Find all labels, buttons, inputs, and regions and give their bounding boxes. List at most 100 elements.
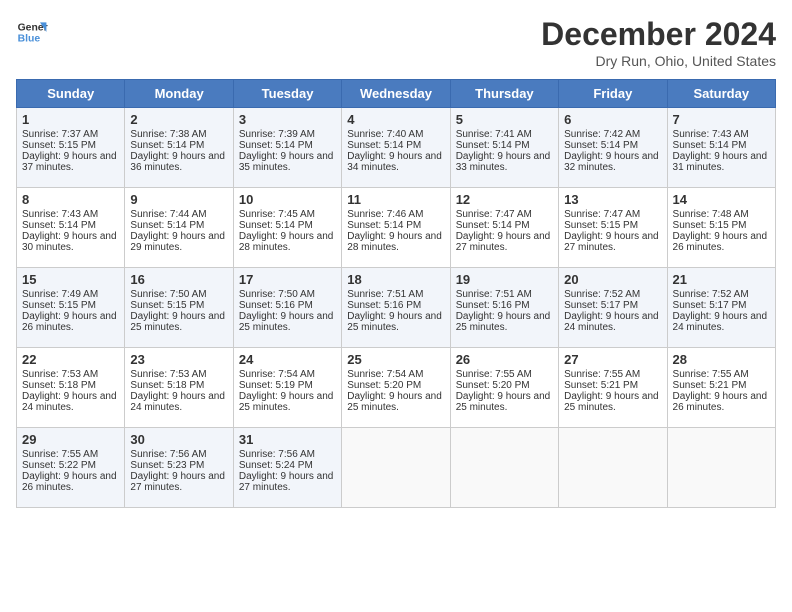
day-number: 27 bbox=[564, 352, 661, 367]
day-number: 21 bbox=[673, 272, 770, 287]
calendar-cell: 18Sunrise: 7:51 AMSunset: 5:16 PMDayligh… bbox=[342, 268, 450, 348]
daylight-hours: Daylight: 9 hours and 32 minutes. bbox=[564, 151, 659, 173]
day-number: 9 bbox=[130, 192, 227, 207]
sunrise-time: Sunrise: 7:39 AM bbox=[239, 129, 315, 140]
calendar-week-2: 8Sunrise: 7:43 AMSunset: 5:14 PMDaylight… bbox=[17, 188, 776, 268]
sunrise-time: Sunrise: 7:47 AM bbox=[456, 209, 532, 220]
sunrise-time: Sunrise: 7:50 AM bbox=[130, 289, 206, 300]
calendar-cell: 23Sunrise: 7:53 AMSunset: 5:18 PMDayligh… bbox=[125, 348, 233, 428]
daylight-hours: Daylight: 9 hours and 24 minutes. bbox=[673, 311, 768, 333]
calendar-cell: 30Sunrise: 7:56 AMSunset: 5:23 PMDayligh… bbox=[125, 428, 233, 508]
calendar-cell bbox=[667, 428, 775, 508]
calendar-cell: 22Sunrise: 7:53 AMSunset: 5:18 PMDayligh… bbox=[17, 348, 125, 428]
sunset-time: Sunset: 5:14 PM bbox=[456, 220, 530, 231]
calendar-cell: 15Sunrise: 7:49 AMSunset: 5:15 PMDayligh… bbox=[17, 268, 125, 348]
sunset-time: Sunset: 5:22 PM bbox=[22, 460, 96, 471]
calendar-cell: 9Sunrise: 7:44 AMSunset: 5:14 PMDaylight… bbox=[125, 188, 233, 268]
day-number: 31 bbox=[239, 432, 336, 447]
calendar-cell bbox=[450, 428, 558, 508]
sunrise-time: Sunrise: 7:42 AM bbox=[564, 129, 640, 140]
day-number: 24 bbox=[239, 352, 336, 367]
day-number: 25 bbox=[347, 352, 444, 367]
sunset-time: Sunset: 5:21 PM bbox=[564, 380, 638, 391]
sunrise-time: Sunrise: 7:55 AM bbox=[456, 369, 532, 380]
day-number: 22 bbox=[22, 352, 119, 367]
daylight-hours: Daylight: 9 hours and 33 minutes. bbox=[456, 151, 551, 173]
daylight-hours: Daylight: 9 hours and 25 minutes. bbox=[456, 391, 551, 413]
sunrise-time: Sunrise: 7:55 AM bbox=[22, 449, 98, 460]
daylight-hours: Daylight: 9 hours and 25 minutes. bbox=[456, 311, 551, 333]
sunset-time: Sunset: 5:14 PM bbox=[347, 140, 421, 151]
calendar-cell: 25Sunrise: 7:54 AMSunset: 5:20 PMDayligh… bbox=[342, 348, 450, 428]
sunset-time: Sunset: 5:21 PM bbox=[673, 380, 747, 391]
calendar-cell: 29 Sunrise: 7:55 AMSunset: 5:22 PMDayligh… bbox=[17, 428, 125, 508]
day-number: 2 bbox=[130, 112, 227, 127]
calendar-cell: 11Sunrise: 7:46 AMSunset: 5:14 PMDayligh… bbox=[342, 188, 450, 268]
sunset-time: Sunset: 5:14 PM bbox=[130, 140, 204, 151]
sunrise-time: Sunrise: 7:53 AM bbox=[130, 369, 206, 380]
day-number: 7 bbox=[673, 112, 770, 127]
day-number: 3 bbox=[239, 112, 336, 127]
col-saturday: Saturday bbox=[667, 80, 775, 108]
col-sunday: Sunday bbox=[17, 80, 125, 108]
daylight-hours: Daylight: 9 hours and 27 minutes. bbox=[456, 231, 551, 253]
title-area: December 2024 Dry Run, Ohio, United Stat… bbox=[541, 16, 776, 69]
col-wednesday: Wednesday bbox=[342, 80, 450, 108]
day-number: 11 bbox=[347, 192, 444, 207]
sunrise-time: Sunrise: 7:51 AM bbox=[347, 289, 423, 300]
sunrise-time: Sunrise: 7:43 AM bbox=[22, 209, 98, 220]
day-number: 30 bbox=[130, 432, 227, 447]
calendar-week-4: 22Sunrise: 7:53 AMSunset: 5:18 PMDayligh… bbox=[17, 348, 776, 428]
day-number: 14 bbox=[673, 192, 770, 207]
sunset-time: Sunset: 5:15 PM bbox=[564, 220, 638, 231]
calendar-cell: 8Sunrise: 7:43 AMSunset: 5:14 PMDaylight… bbox=[17, 188, 125, 268]
calendar-cell bbox=[342, 428, 450, 508]
sunset-time: Sunset: 5:15 PM bbox=[130, 300, 204, 311]
calendar-cell: 1Sunrise: 7:37 AMSunset: 5:15 PMDaylight… bbox=[17, 108, 125, 188]
daylight-hours: Daylight: 9 hours and 28 minutes. bbox=[239, 231, 334, 253]
day-number: 20 bbox=[564, 272, 661, 287]
sunrise-time: Sunrise: 7:47 AM bbox=[564, 209, 640, 220]
day-number: 19 bbox=[456, 272, 553, 287]
daylight-hours: Daylight: 9 hours and 30 minutes. bbox=[22, 231, 117, 253]
calendar-header: Sunday Monday Tuesday Wednesday Thursday… bbox=[17, 80, 776, 108]
sunrise-time: Sunrise: 7:38 AM bbox=[130, 129, 206, 140]
daylight-hours: Daylight: 9 hours and 25 minutes. bbox=[564, 391, 659, 413]
sunset-time: Sunset: 5:19 PM bbox=[239, 380, 313, 391]
logo-icon: General Blue bbox=[16, 16, 48, 48]
sunset-time: Sunset: 5:15 PM bbox=[22, 140, 96, 151]
page-title: December 2024 bbox=[541, 16, 776, 53]
sunset-time: Sunset: 5:17 PM bbox=[673, 300, 747, 311]
day-number: 29 bbox=[22, 432, 119, 447]
calendar-cell: 5Sunrise: 7:41 AMSunset: 5:14 PMDaylight… bbox=[450, 108, 558, 188]
sunrise-time: Sunrise: 7:49 AM bbox=[22, 289, 98, 300]
sunrise-time: Sunrise: 7:54 AM bbox=[239, 369, 315, 380]
calendar-cell: 17Sunrise: 7:50 AMSunset: 5:16 PMDayligh… bbox=[233, 268, 341, 348]
day-number: 8 bbox=[22, 192, 119, 207]
day-number: 17 bbox=[239, 272, 336, 287]
calendar-cell: 2Sunrise: 7:38 AMSunset: 5:14 PMDaylight… bbox=[125, 108, 233, 188]
sunset-time: Sunset: 5:16 PM bbox=[456, 300, 530, 311]
daylight-hours: Daylight: 9 hours and 26 minutes. bbox=[22, 471, 117, 493]
day-number: 6 bbox=[564, 112, 661, 127]
sunrise-time: Sunrise: 7:48 AM bbox=[673, 209, 749, 220]
sunrise-time: Sunrise: 7:50 AM bbox=[239, 289, 315, 300]
page-subtitle: Dry Run, Ohio, United States bbox=[541, 53, 776, 69]
calendar-cell: 16Sunrise: 7:50 AMSunset: 5:15 PMDayligh… bbox=[125, 268, 233, 348]
day-number: 28 bbox=[673, 352, 770, 367]
calendar-cell: 24 Sunrise: 7:54 AMSunset: 5:19 PMDayligh… bbox=[233, 348, 341, 428]
sunrise-time: Sunrise: 7:44 AM bbox=[130, 209, 206, 220]
day-number: 4 bbox=[347, 112, 444, 127]
calendar-table: Sunday Monday Tuesday Wednesday Thursday… bbox=[16, 79, 776, 508]
day-number: 1 bbox=[22, 112, 119, 127]
sunrise-time: Sunrise: 7:54 AM bbox=[347, 369, 423, 380]
day-number: 16 bbox=[130, 272, 227, 287]
calendar-cell: 31Sunrise: 7:56 AMSunset: 5:24 PMDayligh… bbox=[233, 428, 341, 508]
daylight-hours: Daylight: 9 hours and 27 minutes. bbox=[564, 231, 659, 253]
sunrise-time: Sunrise: 7:46 AM bbox=[347, 209, 423, 220]
daylight-hours: Daylight: 9 hours and 25 minutes. bbox=[239, 391, 334, 413]
col-thursday: Thursday bbox=[450, 80, 558, 108]
daylight-hours: Daylight: 9 hours and 29 minutes. bbox=[130, 231, 225, 253]
sunset-time: Sunset: 5:14 PM bbox=[347, 220, 421, 231]
calendar-cell: 19Sunrise: 7:51 AMSunset: 5:16 PMDayligh… bbox=[450, 268, 558, 348]
